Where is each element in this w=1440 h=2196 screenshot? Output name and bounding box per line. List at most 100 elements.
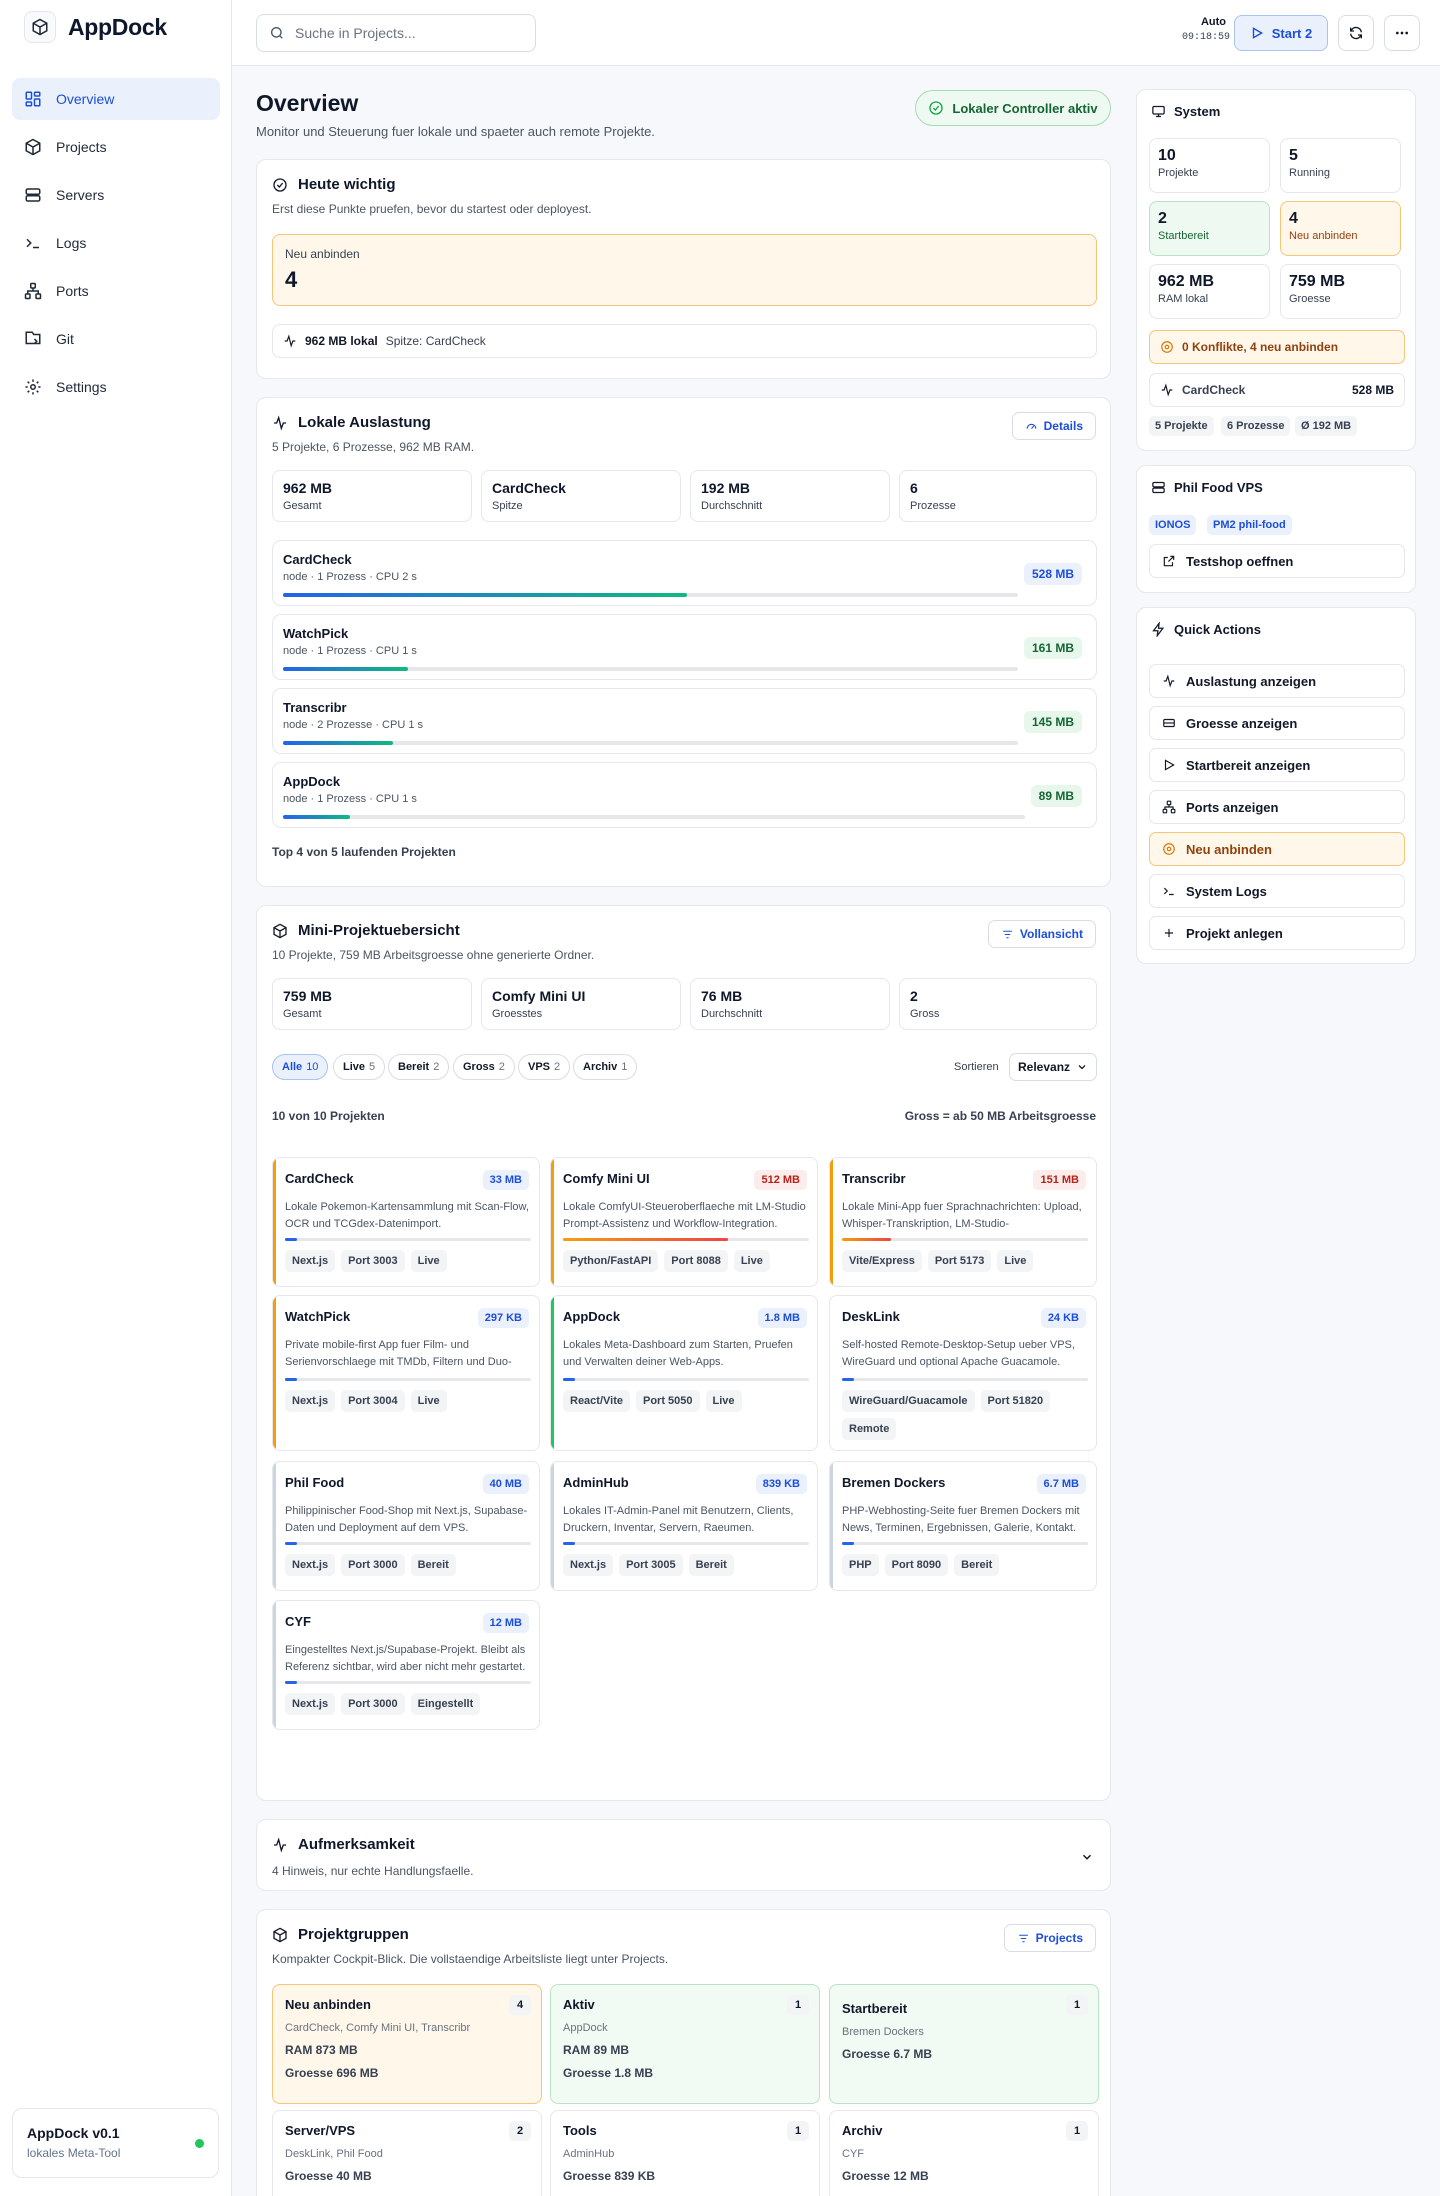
conflicts-banner[interactable]: 0 Konflikte, 4 neu anbinden bbox=[1149, 330, 1405, 364]
group-card[interactable]: Aktiv 1 AppDock RAM 89 MB Groesse 1.8 MB bbox=[550, 1984, 820, 2104]
quick-action-new-project[interactable]: Projekt anlegen bbox=[1149, 916, 1405, 950]
quick-action-reconnect[interactable]: Neu anbinden bbox=[1149, 832, 1405, 866]
project-description: Eingestelltes Next.js/Supabase-Projekt. … bbox=[285, 1644, 526, 1673]
gross-hint: Gross = ab 50 MB Arbeitsgroesse bbox=[904, 1109, 1096, 1123]
mini-title-row: Mini-Projektuebersicht bbox=[272, 922, 460, 939]
load-footer: Top 4 von 5 laufenden Projekten bbox=[272, 845, 456, 859]
project-card[interactable]: AppDock 1.8 MB Lokales Meta-Dashboard zum … bbox=[550, 1295, 818, 1451]
project-card[interactable]: CardCheck 33 MB Lokale Pokemon-Kartensamml… bbox=[272, 1157, 540, 1287]
load-row-detail: node · 1 Prozess · CPU 2 s bbox=[283, 571, 417, 583]
group-size: Groesse 696 MB bbox=[285, 2066, 379, 2080]
mini-stat-chip: 5 Projekte bbox=[1149, 416, 1214, 436]
quick-action-size[interactable]: Groesse anzeigen bbox=[1149, 706, 1405, 740]
more-button[interactable] bbox=[1384, 15, 1420, 51]
project-card[interactable]: WatchPick 297 KB Private mobile-first App … bbox=[272, 1295, 540, 1451]
today-subtitle: Erst diese Punkte pruefen, bevor du star… bbox=[272, 202, 592, 216]
project-card[interactable]: Transcribr 151 MB Lokale Mini-App fuer Spr… bbox=[829, 1157, 1097, 1287]
filter-chip-vps[interactable]: VPS 2 bbox=[518, 1054, 571, 1080]
load-row[interactable]: AppDock node · 1 Prozess · CPU 1 s 89 MB bbox=[272, 762, 1097, 828]
attention-card[interactable]: Aufmerksamkeit 4 Hinweis, nur echte Hand… bbox=[256, 1819, 1111, 1891]
group-name: Aktiv bbox=[563, 1997, 595, 2012]
stat-label: Startbereit bbox=[1158, 230, 1209, 242]
group-card[interactable]: Archiv 1 CYF Groesse 12 MB bbox=[829, 2110, 1099, 2196]
full-view-button[interactable]: Vollansicht bbox=[987, 920, 1096, 948]
load-row-fill bbox=[283, 667, 408, 671]
group-card[interactable]: Neu anbinden 4 CardCheck, Comfy Mini UI, T… bbox=[272, 1984, 542, 2104]
filter-chip-live[interactable]: Live 5 bbox=[333, 1054, 386, 1080]
reconnect-box[interactable]: Neu anbinden 4 bbox=[272, 234, 1097, 306]
chip-label: Bereit bbox=[398, 1061, 430, 1073]
project-tags: Next.js Port 3005 Bereit bbox=[563, 1554, 809, 1576]
gauge-icon bbox=[1026, 423, 1037, 429]
sort-select[interactable]: Relevanz bbox=[1009, 1053, 1097, 1081]
project-card[interactable]: CYF 12 MB Eingestelltes Next.js/Supabase-P… bbox=[272, 1600, 540, 1730]
sidebar-item-git[interactable]: Git bbox=[12, 318, 220, 360]
projects-button[interactable]: Projects bbox=[1003, 1924, 1096, 1952]
load-row[interactable]: Transcribr node · 2 Prozesse · CPU 1 s 1… bbox=[272, 688, 1097, 754]
search-input[interactable] bbox=[295, 25, 515, 41]
sidebar-item-projects[interactable]: Projects bbox=[12, 126, 220, 168]
sidebar-item-logs[interactable]: Logs bbox=[12, 222, 220, 264]
sidebar-item-label: Settings bbox=[56, 379, 107, 395]
today-ram: 962 MB lokal bbox=[305, 334, 378, 348]
gear-icon bbox=[25, 379, 41, 395]
quick-action-load[interactable]: Auslastung anzeigen bbox=[1149, 664, 1405, 698]
project-size-fill bbox=[285, 1681, 298, 1684]
project-tag: Next.js bbox=[285, 1390, 336, 1412]
system-title-row: System bbox=[1151, 104, 1220, 119]
refresh-button[interactable] bbox=[1338, 15, 1374, 51]
project-card[interactable]: AdminHub 839 KB Lokales IT-Admin-Panel mit… bbox=[550, 1461, 818, 1591]
sidebar-item-settings[interactable]: Settings bbox=[12, 366, 220, 408]
project-size-fill bbox=[285, 1378, 298, 1381]
stat-value: 192 MB bbox=[701, 480, 751, 496]
load-row[interactable]: WatchPick node · 1 Prozess · CPU 1 s 161… bbox=[272, 614, 1097, 680]
project-card[interactable]: DeskLink 24 KB Self-hosted Remote-Desktop-… bbox=[829, 1295, 1097, 1451]
details-button[interactable]: Details bbox=[1011, 412, 1096, 440]
drive-icon bbox=[1163, 718, 1175, 728]
sidebar-item-servers[interactable]: Servers bbox=[12, 174, 220, 216]
load-row-detail: node · 1 Prozess · CPU 1 s bbox=[283, 645, 417, 657]
filter-chip-alle[interactable]: Alle 10 bbox=[272, 1054, 329, 1080]
group-count: 1 bbox=[787, 2121, 809, 2141]
project-card[interactable]: Bremen Dockers 6.7 MB PHP-Webhosting-Seite… bbox=[829, 1461, 1097, 1591]
mini-title: Mini-Projektuebersicht bbox=[298, 922, 460, 939]
stat-value: 962 MB bbox=[283, 480, 333, 496]
quick-action-ports[interactable]: Ports anzeigen bbox=[1149, 790, 1405, 824]
peak-row[interactable]: CardCheck 528 MB bbox=[1149, 373, 1405, 407]
quick-action-startable[interactable]: Startbereit anzeigen bbox=[1149, 748, 1405, 782]
project-card[interactable]: Comfy Mini UI 512 MB Lokale ComfyUI-Steuer… bbox=[550, 1157, 818, 1287]
project-name: CYF bbox=[285, 1614, 311, 1629]
filter-chip-bereit[interactable]: Bereit 2 bbox=[388, 1054, 450, 1080]
search-box[interactable] bbox=[256, 14, 536, 52]
sidebar-item-overview[interactable]: Overview bbox=[12, 78, 220, 120]
project-size-track bbox=[285, 1378, 531, 1381]
quick-action-logs[interactable]: System Logs bbox=[1149, 874, 1405, 908]
project-size: 512 MB bbox=[754, 1170, 807, 1190]
project-name: CardCheck bbox=[285, 1171, 354, 1186]
project-size-fill bbox=[563, 1238, 728, 1241]
project-card[interactable]: Phil Food 40 MB Philippinischer Food-Shop … bbox=[272, 1461, 540, 1591]
group-card[interactable]: Tools 1 AdminHub Groesse 839 KB bbox=[550, 2110, 820, 2196]
project-tag: Port 3004 bbox=[341, 1390, 405, 1412]
project-size-track bbox=[563, 1378, 809, 1381]
filter-chip-gross[interactable]: Gross 2 bbox=[453, 1054, 515, 1080]
group-name: Tools bbox=[563, 2123, 597, 2138]
group-name: Archiv bbox=[842, 2123, 883, 2138]
project-tag: PHP bbox=[842, 1554, 879, 1576]
project-size: 839 KB bbox=[755, 1474, 807, 1494]
open-testshop-button[interactable]: Testshop oeffnen bbox=[1149, 544, 1405, 578]
project-description: Lokales IT-Admin-Panel mit Benutzern, Cl… bbox=[563, 1505, 794, 1534]
details-button-label: Details bbox=[1043, 419, 1083, 433]
project-tag: Port 3005 bbox=[619, 1554, 683, 1576]
stat-label: Gesamt bbox=[283, 500, 322, 512]
chevron-down-icon[interactable] bbox=[1080, 1850, 1094, 1864]
group-projects: Bremen Dockers bbox=[842, 2026, 924, 2038]
load-row[interactable]: CardCheck node · 1 Prozess · CPU 2 s 528… bbox=[272, 540, 1097, 606]
start-button[interactable]: Start 2 bbox=[1234, 15, 1328, 51]
group-card[interactable]: Startbereit 1 Bremen Dockers Groesse 6.7 MB bbox=[829, 1984, 1099, 2104]
sidebar-item-ports[interactable]: Ports bbox=[12, 270, 220, 312]
app-logo[interactable]: AppDock bbox=[24, 11, 167, 43]
group-card[interactable]: Server/VPS 2 DeskLink, Phil Food Groesse 40… bbox=[272, 2110, 542, 2196]
peak-mb: 528 MB bbox=[1351, 383, 1394, 397]
filter-chip-archiv[interactable]: Archiv 1 bbox=[573, 1054, 638, 1080]
